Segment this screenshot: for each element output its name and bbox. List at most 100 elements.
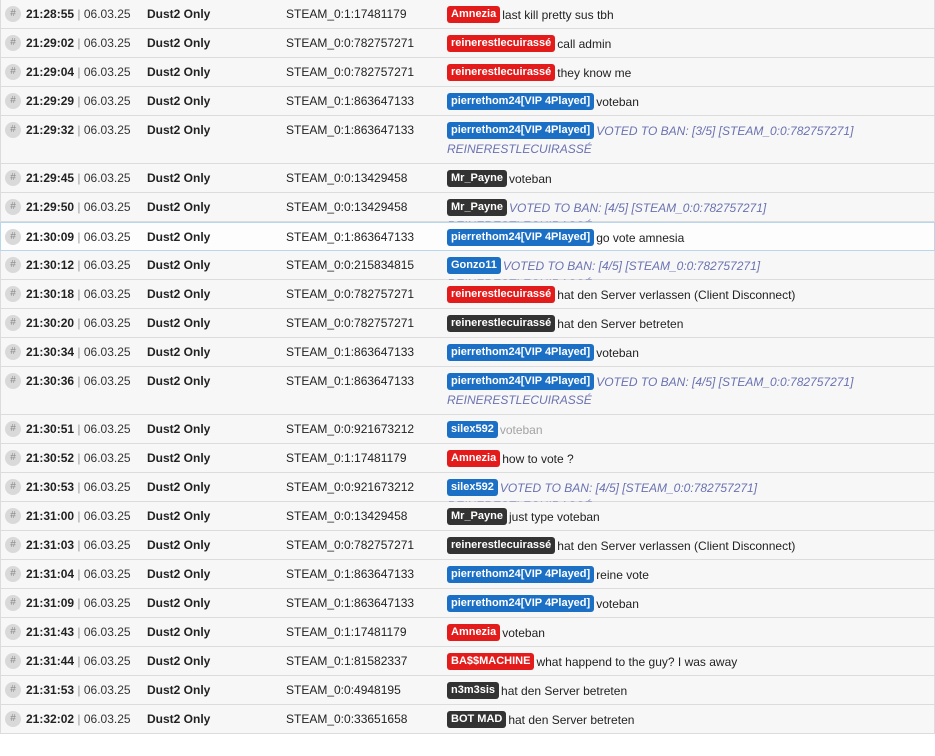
player-name-badge[interactable]: pierrethom24[VIP 4Played]	[447, 122, 595, 139]
date-separator: |	[74, 538, 84, 552]
timestamp: 21:32:02 | 06.03.25	[26, 712, 131, 726]
player-name-badge[interactable]: Amnezia	[447, 624, 501, 641]
permalink-hash-icon[interactable]: #	[5, 315, 21, 331]
player-name-badge[interactable]: silex592	[447, 479, 498, 496]
steam-id[interactable]: STEAM_0:0:921673212	[286, 480, 414, 494]
player-name-badge[interactable]: reinerestlecuirassé	[447, 64, 556, 81]
permalink-hash-icon[interactable]: #	[5, 344, 21, 360]
permalink-hash-icon[interactable]: #	[5, 122, 21, 138]
steam-id[interactable]: STEAM_0:1:17481179	[286, 7, 407, 21]
player-name-badge[interactable]: Gonzo11	[447, 257, 501, 274]
date-separator: |	[74, 287, 84, 301]
timestamp: 21:29:04 | 06.03.25	[26, 65, 131, 79]
steam-id[interactable]: STEAM_0:0:13429458	[286, 200, 407, 214]
player-name-badge[interactable]: pierrethom24[VIP 4Played]	[447, 595, 595, 612]
server-name: Dust2 Only	[147, 65, 211, 79]
permalink-hash-icon[interactable]: #	[5, 595, 21, 611]
permalink-hash-icon[interactable]: #	[5, 6, 21, 22]
steam-id[interactable]: STEAM_0:0:782757271	[286, 538, 414, 552]
steam-id[interactable]: STEAM_0:1:81582337	[286, 654, 407, 668]
player-name-badge[interactable]: pierrethom24[VIP 4Played]	[447, 373, 595, 390]
player-name-badge[interactable]: BA$$MACHINE	[447, 653, 535, 670]
player-name-badge[interactable]: pierrethom24[VIP 4Played]	[447, 566, 595, 583]
steam-id[interactable]: STEAM_0:1:863647133	[286, 123, 414, 137]
player-name-badge[interactable]: pierrethom24[VIP 4Played]	[447, 229, 595, 246]
steam-id[interactable]: STEAM_0:1:17481179	[286, 451, 407, 465]
player-name-badge[interactable]: Amnezia	[447, 450, 501, 467]
message-text: voteban	[499, 423, 543, 437]
player-name-badge[interactable]: Mr_Payne	[447, 170, 507, 187]
player-name-badge[interactable]: Amnezia	[447, 6, 501, 23]
timestamp: 21:31:09 | 06.03.25	[26, 596, 131, 610]
server-name: Dust2 Only	[147, 123, 211, 137]
date: 06.03.25	[83, 171, 131, 185]
permalink-hash-icon[interactable]: #	[5, 450, 21, 466]
steam-id[interactable]: STEAM_0:0:13429458	[286, 171, 407, 185]
steam-id[interactable]: STEAM_0:1:863647133	[286, 230, 414, 244]
log-row: #21:30:20 | 06.03.25 Dust2 Only STEAM_0:0:…	[0, 309, 935, 338]
player-name-badge[interactable]: pierrethom24[VIP 4Played]	[447, 344, 595, 361]
permalink-hash-icon[interactable]: #	[5, 286, 21, 302]
log-row: #21:30:51 | 06.03.25 Dust2 Only STEAM_0:0:…	[0, 415, 935, 444]
permalink-hash-icon[interactable]: #	[5, 64, 21, 80]
steam-id[interactable]: STEAM_0:1:863647133	[286, 567, 414, 581]
message-cell: pierrethom24[VIP 4Played] VOTED TO BAN: […	[447, 373, 894, 409]
log-row: #21:30:09 | 06.03.25 Dust2 Only STEAM_0:1:…	[0, 222, 935, 251]
permalink-hash-icon[interactable]: #	[5, 566, 21, 582]
player-name-badge[interactable]: BOT MAD	[447, 711, 507, 728]
steam-id[interactable]: STEAM_0:1:863647133	[286, 345, 414, 359]
permalink-hash-icon[interactable]: #	[5, 479, 21, 495]
steam-id[interactable]: STEAM_0:0:33651658	[286, 712, 407, 726]
player-name-badge[interactable]: Mr_Payne	[447, 508, 507, 525]
message-text: last kill pretty sus tbh	[502, 8, 614, 22]
timestamp: 21:29:29 | 06.03.25	[26, 94, 131, 108]
date-separator: |	[74, 654, 84, 668]
player-name-badge[interactable]: reinerestlecuirassé	[447, 286, 556, 303]
steam-id[interactable]: STEAM_0:1:17481179	[286, 625, 407, 639]
player-name-badge[interactable]: reinerestlecuirassé	[447, 315, 556, 332]
permalink-hash-icon[interactable]: #	[5, 257, 21, 273]
steam-id[interactable]: STEAM_0:1:863647133	[286, 596, 414, 610]
log-row: #21:29:32 | 06.03.25 Dust2 Only STEAM_0:1:…	[0, 116, 935, 164]
player-name-badge[interactable]: Mr_Payne	[447, 199, 507, 216]
permalink-hash-icon[interactable]: #	[5, 229, 21, 245]
date-separator: |	[74, 374, 84, 388]
permalink-hash-icon[interactable]: #	[5, 624, 21, 640]
message-cell: pierrethom24[VIP 4Played] reine vote	[447, 566, 894, 584]
steam-id[interactable]: STEAM_0:0:215834815	[286, 258, 414, 272]
steam-id[interactable]: STEAM_0:0:782757271	[286, 36, 414, 50]
player-name-badge[interactable]: n3m3sis	[447, 682, 500, 699]
permalink-hash-icon[interactable]: #	[5, 711, 21, 727]
steam-id[interactable]: STEAM_0:0:13429458	[286, 509, 407, 523]
steam-id[interactable]: STEAM_0:0:921673212	[286, 422, 414, 436]
permalink-hash-icon[interactable]: #	[5, 93, 21, 109]
timestamp: 21:30:34 | 06.03.25	[26, 345, 131, 359]
time: 21:29:02	[26, 36, 75, 50]
date: 06.03.25	[83, 345, 131, 359]
permalink-hash-icon[interactable]: #	[5, 170, 21, 186]
time: 21:30:51	[26, 422, 75, 436]
permalink-hash-icon[interactable]: #	[5, 421, 21, 437]
steam-id[interactable]: STEAM_0:0:782757271	[286, 316, 414, 330]
permalink-hash-icon[interactable]: #	[5, 537, 21, 553]
player-name-badge[interactable]: pierrethom24[VIP 4Played]	[447, 93, 595, 110]
permalink-hash-icon[interactable]: #	[5, 653, 21, 669]
timestamp: 21:30:51 | 06.03.25	[26, 422, 131, 436]
date: 06.03.25	[83, 94, 131, 108]
permalink-hash-icon[interactable]: #	[5, 682, 21, 698]
permalink-hash-icon[interactable]: #	[5, 373, 21, 389]
steam-id[interactable]: STEAM_0:0:782757271	[286, 287, 414, 301]
message-text: voteban	[596, 95, 639, 109]
steam-id[interactable]: STEAM_0:0:782757271	[286, 65, 414, 79]
permalink-hash-icon[interactable]: #	[5, 199, 21, 215]
player-name-badge[interactable]: reinerestlecuirassé	[447, 537, 556, 554]
steam-id[interactable]: STEAM_0:1:863647133	[286, 374, 414, 388]
player-name-badge[interactable]: reinerestlecuirassé	[447, 35, 556, 52]
steam-id[interactable]: STEAM_0:0:4948195	[286, 683, 401, 697]
time: 21:30:12	[26, 258, 75, 272]
player-name-badge[interactable]: silex592	[447, 421, 498, 438]
permalink-hash-icon[interactable]: #	[5, 35, 21, 51]
permalink-hash-icon[interactable]: #	[5, 508, 21, 524]
date: 06.03.25	[83, 374, 131, 388]
steam-id[interactable]: STEAM_0:1:863647133	[286, 94, 414, 108]
